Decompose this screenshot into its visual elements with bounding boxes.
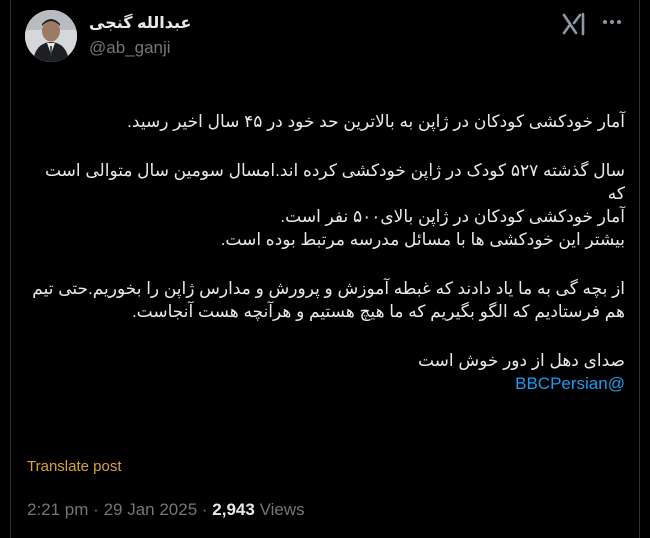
views-label: Views xyxy=(259,500,305,519)
post-line: از بچه گی به ما یاد دادند که غبطه آموزش … xyxy=(32,279,625,298)
post-line: هم فرستادیم که الگو بگیریم که ما هیچ هست… xyxy=(131,302,625,321)
post-time[interactable]: 2:21 pm xyxy=(27,500,88,519)
post-meta: 2:21 pm · 29 Jan 2025 · 2,943 Views xyxy=(27,500,305,520)
post-date[interactable]: 29 Jan 2025 xyxy=(104,500,198,519)
post-line: بیشتر این خودکشی ها با مسائل مدرسه مرتبط… xyxy=(220,230,625,249)
mention-link[interactable]: @BBCPersian xyxy=(515,374,625,393)
post-card: عبدالله گنجی @ab_ganji آمار خودکشی کودکا… xyxy=(10,0,640,538)
avatar[interactable] xyxy=(25,10,77,62)
post-line: آمار خودکشی کودکان در ژاپن به بالاترین ح… xyxy=(127,112,625,131)
separator: · xyxy=(201,500,213,519)
more-icon[interactable] xyxy=(597,12,627,32)
author-name[interactable]: عبدالله گنجی xyxy=(89,13,191,33)
post-line: آمار خودکشی کودکان در ژاپن بالای۵۰۰ نفر … xyxy=(280,207,625,226)
author-handle[interactable]: @ab_ganji xyxy=(89,38,171,58)
post-text: آمار خودکشی کودکان در ژاپن به بالاترین ح… xyxy=(25,110,625,395)
views-count[interactable]: 2,943 xyxy=(212,500,255,519)
separator: · xyxy=(93,500,104,519)
post-line: صدای دهل از دور خوش است xyxy=(417,351,625,370)
post-line: سال گذشته ۵۲۷ کودک در ژاپن خودکشی کرده ا… xyxy=(44,161,625,203)
translate-post-link[interactable]: Translate post xyxy=(27,458,122,475)
grok-icon[interactable] xyxy=(561,12,587,36)
